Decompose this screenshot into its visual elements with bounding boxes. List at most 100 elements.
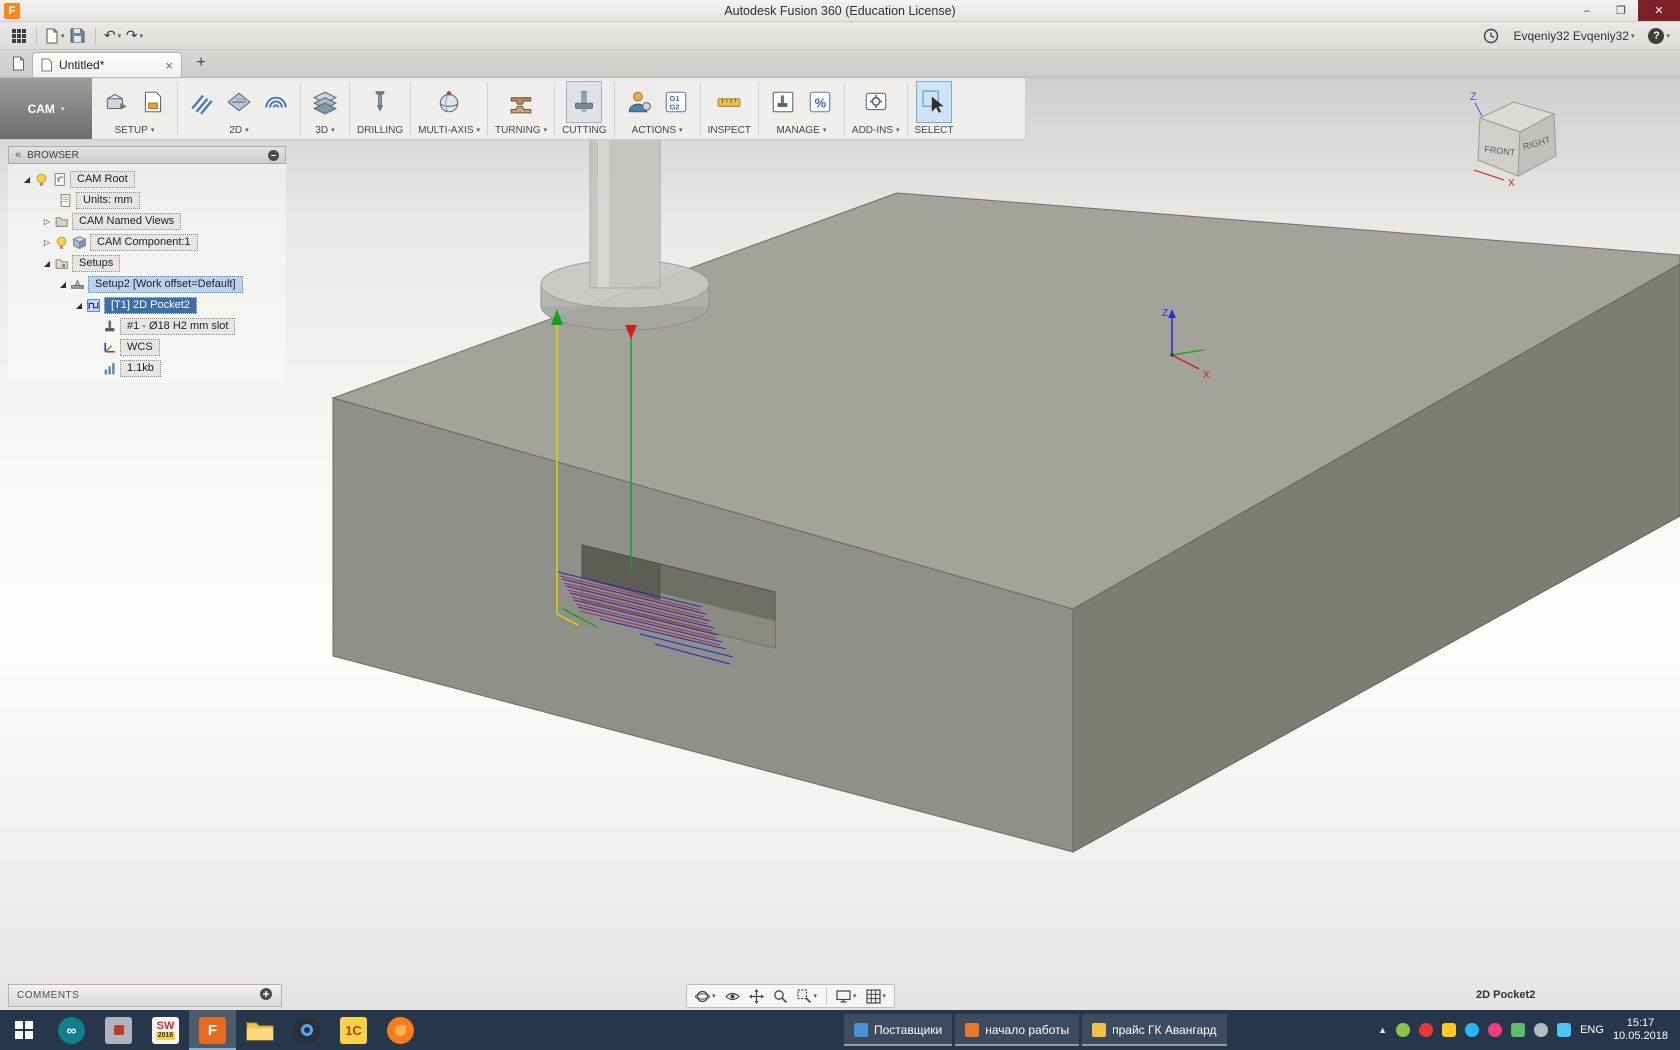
scripts-addins-button[interactable] — [859, 82, 893, 122]
undo-button[interactable]: ↶ ▾ — [102, 25, 124, 47]
user-account-button[interactable]: Evqeniy32 Evqeniy32 ▾ — [1512, 25, 1637, 47]
tray-icon-cyan[interactable] — [1557, 1023, 1571, 1037]
2d-adaptive-button[interactable] — [185, 82, 219, 122]
new-folder-button[interactable] — [136, 82, 170, 122]
zoom-button[interactable] — [770, 986, 791, 1006]
taskbar-window-pricelist[interactable]: прайс ГК Авангард — [1082, 1014, 1226, 1046]
start-button[interactable] — [0, 1010, 48, 1050]
browser-header[interactable]: « BROWSER — [8, 146, 286, 164]
ribbon-label-cutting[interactable]: CUTTING — [562, 123, 606, 139]
bulb-icon[interactable] — [54, 235, 69, 250]
tray-icon-blue[interactable] — [1465, 1023, 1479, 1037]
taskbar-app-solidworks[interactable]: SW 2016 — [142, 1010, 189, 1050]
ribbon-label-2d[interactable]: 2D▾ — [229, 123, 248, 139]
look-at-button[interactable] — [722, 986, 743, 1006]
taskbar-window-suppliers[interactable]: Поставщики — [844, 1014, 952, 1046]
tray-icon-leaf[interactable] — [1511, 1023, 1525, 1037]
job-status-button[interactable] — [1480, 25, 1502, 47]
tray-expand-icon[interactable]: ▲ — [1378, 1025, 1387, 1035]
file-tab-button[interactable] — [8, 53, 28, 73]
minimize-button[interactable]: – — [1570, 0, 1604, 21]
tree-item-label[interactable]: #1 - Ø18 H2 mm slot — [120, 318, 235, 335]
redo-button[interactable]: ↷ ▾ — [124, 25, 146, 47]
grid-layout-button[interactable]: ▾ — [863, 986, 890, 1006]
tree-item-label[interactable]: [T1] 2D Pocket2 — [104, 297, 197, 314]
tray-icon-red[interactable] — [1419, 1023, 1433, 1037]
ribbon-label-3d[interactable]: 3D▾ — [315, 123, 334, 139]
collapse-all-icon[interactable] — [268, 150, 279, 161]
tree-item-units[interactable]: Units: mm — [8, 190, 286, 211]
tree-item-pocket-operation[interactable]: ◢ [T1] 2D Pocket2 — [8, 295, 286, 316]
help-button[interactable]: ? ▾ — [1646, 25, 1672, 47]
2d-face-button[interactable] — [222, 82, 256, 122]
expand-icon[interactable]: ◢ — [40, 259, 54, 268]
maximize-button[interactable]: ❐ — [1604, 0, 1638, 21]
ribbon-label-inspect[interactable]: INSPECT — [708, 123, 751, 139]
ribbon-label-drilling[interactable]: DRILLING — [357, 123, 403, 139]
ribbon-label-addins[interactable]: ADD-INS▾ — [852, 123, 900, 139]
bulb-icon[interactable] — [34, 172, 49, 187]
drilling-button[interactable] — [363, 82, 397, 122]
orbit-button[interactable]: ▾ — [692, 986, 719, 1006]
tab-close-icon[interactable]: × — [165, 58, 173, 73]
display-settings-button[interactable]: ▾ — [833, 986, 860, 1006]
multi-axis-button[interactable] — [432, 82, 466, 122]
tree-item-setup2[interactable]: ◢ Setup2 [Work offset=Default] — [8, 274, 286, 295]
language-indicator[interactable]: ENG — [1580, 1024, 1604, 1036]
taskbar-app-fusion360[interactable]: F — [189, 1010, 236, 1050]
select-button[interactable] — [917, 82, 951, 122]
2d-pocket-button[interactable] — [259, 82, 293, 122]
measure-button[interactable] — [712, 82, 746, 122]
tool-library-button[interactable] — [766, 82, 800, 122]
taskbar-app-1c[interactable]: 1С — [330, 1010, 377, 1050]
tree-item-named-views[interactable]: ▷ CAM Named Views — [8, 211, 286, 232]
taskbar-app-arduino[interactable]: ∞ — [48, 1010, 95, 1050]
tree-item-cam-root[interactable]: ◢ CAM Root — [8, 169, 286, 190]
new-tab-button[interactable]: + — [190, 52, 212, 74]
app-grid-button[interactable] — [8, 25, 30, 47]
tree-item-label[interactable]: CAM Named Views — [72, 213, 181, 230]
add-comment-icon[interactable] — [259, 987, 273, 1004]
view-cube[interactable]: Z FRONT RIGHT X — [1456, 86, 1572, 192]
collapse-panel-icon[interactable]: « — [15, 149, 21, 161]
3d-milling-button[interactable] — [308, 82, 342, 122]
zoom-window-button[interactable]: ▾ — [794, 986, 821, 1006]
cutting-button[interactable] — [567, 82, 601, 122]
tray-icon-gray[interactable] — [1534, 1023, 1548, 1037]
ribbon-label-select[interactable]: SELECT — [915, 123, 954, 139]
taskbar-app-explorer[interactable] — [236, 1010, 283, 1050]
save-button[interactable] — [67, 25, 89, 47]
tree-item-tool[interactable]: #1 - Ø18 H2 mm slot — [8, 316, 286, 337]
taskbar-app-media[interactable] — [283, 1010, 330, 1050]
comments-bar[interactable]: COMMENTS — [8, 984, 282, 1007]
pan-button[interactable] — [746, 986, 767, 1006]
ribbon-label-multiaxis[interactable]: MULTI-AXIS▾ — [418, 123, 480, 139]
expand-icon[interactable]: ▷ — [40, 217, 54, 226]
tree-item-label[interactable]: CAM Root — [70, 171, 135, 188]
ribbon-label-actions[interactable]: ACTIONS▾ — [632, 123, 683, 139]
tab-untitled[interactable]: Untitled* × — [32, 52, 182, 77]
tray-icon-pink[interactable] — [1488, 1023, 1502, 1037]
expand-icon[interactable]: ◢ — [56, 280, 70, 289]
ribbon-label-setup[interactable]: SETUP▾ — [115, 123, 155, 139]
ribbon-label-turning[interactable]: TURNING▾ — [495, 123, 547, 139]
tray-icon-yellow[interactable] — [1442, 1023, 1456, 1037]
tree-item-label[interactable]: 1.1kb — [120, 360, 161, 377]
tree-item-label[interactable]: Setups — [72, 255, 120, 272]
ribbon-label-manage[interactable]: MANAGE▾ — [776, 123, 826, 139]
turning-button[interactable] — [504, 82, 538, 122]
expand-icon[interactable]: ◢ — [20, 175, 34, 184]
expand-icon[interactable]: ▷ — [40, 238, 54, 247]
tree-item-setups[interactable]: ◢ Setups — [8, 253, 286, 274]
workspace-switcher[interactable]: CAM ▾ — [0, 78, 92, 139]
taskbar-app-firefox[interactable] — [377, 1010, 424, 1050]
tray-icon-green[interactable] — [1396, 1023, 1410, 1037]
taskbar-app-utility[interactable] — [95, 1010, 142, 1050]
file-menu-button[interactable]: ▾ — [43, 25, 67, 47]
tree-item-label[interactable]: Units: mm — [76, 192, 140, 209]
tree-item-label[interactable]: WCS — [120, 339, 160, 356]
post-library-button[interactable]: % — [803, 82, 837, 122]
new-setup-button[interactable] — [99, 82, 133, 122]
simulate-button[interactable] — [622, 82, 656, 122]
tree-item-wcs[interactable]: WCS — [8, 337, 286, 358]
